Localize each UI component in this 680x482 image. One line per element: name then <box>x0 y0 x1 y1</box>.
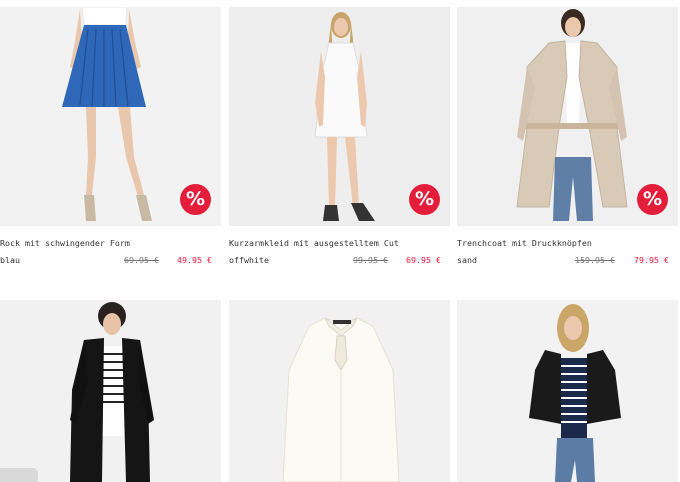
product-sale-price: 49.95 € <box>177 255 212 265</box>
product-title[interactable]: Kurzarmkleid mit ausgestelltem Cut <box>229 238 399 248</box>
product-title[interactable]: Trenchcoat mit Druckknöpfen <box>457 238 592 248</box>
product-color: sand <box>457 255 477 265</box>
product-color: blau <box>0 255 20 265</box>
product-sale-price: 79.95 € <box>634 255 669 265</box>
product-card-black-coat[interactable] <box>0 300 221 482</box>
product-color: offwhite <box>229 255 269 265</box>
product-sale-price: 69.95 € <box>406 255 441 265</box>
discount-badge: % <box>409 184 440 215</box>
discount-badge: % <box>637 184 668 215</box>
product-old-price: 69.95 € <box>124 255 159 265</box>
product-card-leather-jacket[interactable] <box>457 300 678 482</box>
product-image-blouse[interactable] <box>229 300 450 482</box>
model-black-coat-striped-shirt-image <box>0 300 221 482</box>
product-title[interactable]: Rock mit schwingender Form <box>0 238 130 248</box>
scroll-to-top-tab[interactable] <box>0 468 38 482</box>
percent-badge-icon: % <box>185 188 206 210</box>
product-image-black-coat[interactable] <box>0 300 221 482</box>
percent-badge-icon: % <box>414 188 435 210</box>
product-old-price: 159.95 € <box>575 255 615 265</box>
model-leather-jacket-striped-shirt-image <box>457 300 678 482</box>
discount-badge: % <box>180 184 211 215</box>
product-grid: % Rock mit schwingender Form blau 69.95 … <box>0 0 680 482</box>
white-blouse-with-bow-image <box>229 300 450 482</box>
product-card-blouse[interactable] <box>229 300 450 482</box>
percent-badge-icon: % <box>642 188 663 210</box>
product-old-price: 99.95 € <box>353 255 388 265</box>
product-card-trenchcoat[interactable]: % Trenchcoat mit Druckknöpfen sand 159.9… <box>457 7 678 269</box>
product-card-dress[interactable]: % Kurzarmkleid mit ausgestelltem Cut off… <box>229 7 450 269</box>
product-card-skirt[interactable]: % Rock mit schwingender Form blau 69.95 … <box>0 7 221 269</box>
product-image-leather-jacket[interactable] <box>457 300 678 482</box>
